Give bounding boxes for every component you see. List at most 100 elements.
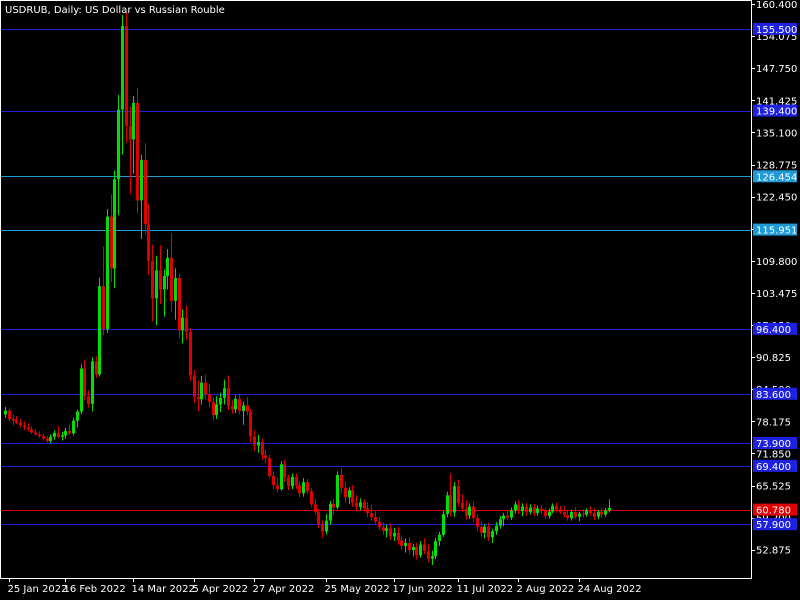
candle-body xyxy=(529,507,532,513)
candle-body xyxy=(151,260,154,299)
candle-body xyxy=(38,434,41,436)
candle-body xyxy=(600,512,603,515)
candle-body xyxy=(563,512,566,516)
candle-body xyxy=(348,490,351,498)
candle xyxy=(453,482,456,517)
candle-body xyxy=(121,25,124,110)
candle-body xyxy=(272,476,275,486)
candle-body xyxy=(476,518,479,527)
candle-body xyxy=(604,510,607,515)
candle-body xyxy=(34,432,37,435)
candle-body xyxy=(117,109,120,180)
candle-body xyxy=(42,435,45,439)
candle-body xyxy=(197,396,200,400)
candle-body xyxy=(370,513,373,518)
candle-body xyxy=(506,515,509,518)
candle-body xyxy=(442,514,445,535)
candle-body xyxy=(166,257,169,277)
candle-body xyxy=(102,286,105,330)
candle-body xyxy=(283,464,286,478)
candle-body xyxy=(80,368,83,412)
candle-body xyxy=(23,425,26,428)
candle-body xyxy=(174,278,177,301)
candle-body xyxy=(415,547,418,556)
candle-body xyxy=(551,505,554,512)
candle-body xyxy=(61,435,64,437)
candle-body xyxy=(317,512,320,525)
x-tick-label: 25 Jan 2022 xyxy=(8,584,68,595)
candle-body xyxy=(325,520,328,532)
y-tick-label: 122.450 xyxy=(756,193,797,204)
candle-body xyxy=(499,519,502,526)
y-tick-label: 65.525 xyxy=(756,482,791,493)
candle xyxy=(91,357,94,412)
candle-body xyxy=(525,506,528,513)
candle-body xyxy=(49,436,52,441)
candle-body xyxy=(355,502,358,507)
candle-body xyxy=(219,397,222,405)
x-tick-label: 17 Jun 2022 xyxy=(393,584,453,595)
candle-body xyxy=(378,521,381,528)
candle-body xyxy=(487,526,490,538)
candle-body xyxy=(332,503,335,508)
candle-body xyxy=(461,502,464,509)
candle-body xyxy=(495,525,498,532)
candle-body xyxy=(242,405,245,412)
candle xyxy=(442,511,445,537)
candle-body xyxy=(132,102,135,140)
x-tick-label: 2 Aug 2022 xyxy=(517,584,575,595)
candle-body xyxy=(351,490,354,503)
candle-body xyxy=(246,405,249,412)
candle xyxy=(268,454,271,479)
price-tag-label: 57.900 xyxy=(756,520,791,531)
candle-body xyxy=(113,179,116,269)
candle-body xyxy=(215,404,218,416)
candle-body xyxy=(310,491,313,505)
candle-body xyxy=(431,556,434,559)
candle-body xyxy=(468,506,471,516)
candle xyxy=(106,209,109,333)
candle-body xyxy=(53,432,56,437)
candle-body xyxy=(344,487,347,498)
price-tag-label: 155.500 xyxy=(756,25,797,36)
candle-body xyxy=(212,401,215,416)
candle-body xyxy=(30,429,33,433)
candle-body xyxy=(19,422,22,426)
candle-body xyxy=(608,507,611,511)
candle xyxy=(336,471,339,509)
candle-body xyxy=(57,432,60,437)
candle-body xyxy=(268,458,271,477)
candle-body xyxy=(238,398,241,412)
candle-body xyxy=(597,512,600,517)
candle-body xyxy=(400,540,403,547)
candle-body xyxy=(582,513,585,515)
x-tick-label: 25 May 2022 xyxy=(325,584,390,595)
candle-body xyxy=(548,511,551,517)
y-tick-label: 78.175 xyxy=(756,417,791,428)
candle-body xyxy=(83,368,86,397)
price-chart[interactable]: 160.400154.075147.750141.425135.100128.7… xyxy=(0,0,800,600)
candle-body xyxy=(8,410,11,420)
candle-body xyxy=(472,506,475,519)
y-tick-label: 71.850 xyxy=(756,449,791,460)
candle xyxy=(136,88,139,214)
candle-body xyxy=(491,531,494,538)
candle xyxy=(189,328,192,382)
candle-body xyxy=(465,508,468,516)
candle-body xyxy=(306,482,309,492)
candle-body xyxy=(291,477,294,487)
candle-body xyxy=(253,436,256,446)
candle xyxy=(80,364,83,415)
candle-body xyxy=(593,513,596,517)
candle-body xyxy=(502,515,505,520)
candle-body xyxy=(159,270,162,290)
x-tick-label: 11 Jul 2022 xyxy=(457,584,514,595)
candle-body xyxy=(427,551,430,559)
price-tag-label: 115.951 xyxy=(756,226,797,237)
candle-body xyxy=(15,420,18,423)
candle-body xyxy=(521,506,524,512)
candle-body xyxy=(200,382,203,400)
candle-body xyxy=(559,509,562,513)
candle-body xyxy=(566,515,569,519)
candle-body xyxy=(555,505,558,510)
